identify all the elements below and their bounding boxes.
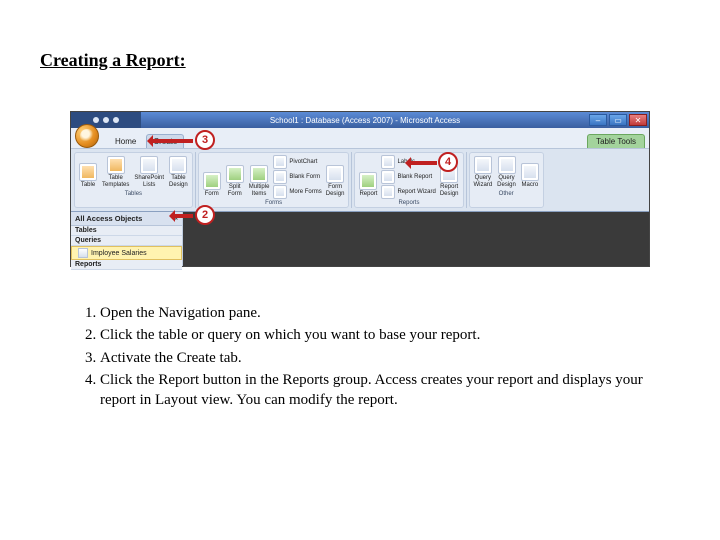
blank-form-icon — [273, 170, 287, 184]
split-form-icon — [226, 165, 244, 183]
document-area — [183, 212, 649, 266]
ribbon-tabs: Home Create Table Tools — [71, 128, 649, 148]
callout-4: 4 — [438, 152, 458, 172]
group-tables: Table Table Templates SharePoint Lists T… — [74, 152, 193, 208]
qat-icon — [103, 117, 109, 123]
blank-form-button[interactable]: Blank Form — [273, 170, 321, 184]
tab-home[interactable]: Home — [109, 135, 142, 148]
query-wizard-button[interactable]: Query Wizard — [473, 155, 494, 190]
form-button[interactable]: Form — [202, 171, 222, 199]
wizard-icon — [381, 185, 395, 199]
group-caption: Reports — [358, 200, 459, 206]
pivotchart-button[interactable]: PivotChart — [273, 155, 321, 169]
form-design-button[interactable]: Form Design — [325, 164, 346, 199]
design-icon — [498, 156, 516, 174]
form-icon — [203, 172, 221, 190]
design-icon — [169, 156, 187, 174]
table-button[interactable]: Table — [78, 162, 98, 190]
sharepoint-lists-button[interactable]: SharePoint Lists — [133, 155, 165, 190]
blank-report-button[interactable]: Blank Report — [381, 170, 435, 184]
tab-table-tools[interactable]: Table Tools — [587, 134, 645, 148]
callout-2: 2 — [195, 205, 215, 225]
macro-button[interactable]: Macro — [520, 162, 540, 190]
access-screenshot: School1 : Database (Access 2007) - Micro… — [70, 111, 650, 267]
callout-3: 3 — [195, 130, 215, 150]
design-icon — [326, 165, 344, 183]
office-button-icon[interactable] — [75, 124, 99, 148]
blank-report-icon — [381, 170, 395, 184]
step-1: Open the Navigation pane. — [100, 303, 680, 323]
page-title: Creating a Report: — [40, 50, 680, 71]
more-forms-button[interactable]: More Forms — [273, 185, 321, 199]
more-forms-icon — [273, 185, 287, 199]
maximize-button[interactable]: ▭ — [609, 114, 627, 126]
table-icon — [79, 163, 97, 181]
group-other: Query Wizard Query Design Macro Other — [469, 152, 544, 208]
minimize-button[interactable]: – — [589, 114, 607, 126]
table-design-button[interactable]: Table Design — [168, 155, 189, 190]
step-2: Click the table or query on which you wa… — [100, 325, 680, 345]
query-icon — [78, 248, 88, 258]
qat-icon — [113, 117, 119, 123]
group-caption: Tables — [78, 191, 189, 197]
step-3: Activate the Create tab. — [100, 348, 680, 368]
group-caption: Forms — [202, 200, 346, 206]
group-caption: Other — [473, 191, 540, 197]
callout-4-arrow — [407, 161, 437, 165]
nav-item-selected[interactable]: Imployee Salaries — [71, 246, 182, 260]
instruction-steps: Open the Navigation pane. Click the tabl… — [70, 303, 680, 410]
query-design-button[interactable]: Query Design — [496, 155, 517, 190]
qat-icon — [93, 117, 99, 123]
window-titlebar: School1 : Database (Access 2007) - Micro… — [71, 112, 649, 128]
macro-icon — [521, 163, 539, 181]
nav-category-reports[interactable]: Reports — [71, 260, 182, 270]
close-button[interactable]: ✕ — [629, 114, 647, 126]
step-4: Click the Report button in the Reports g… — [100, 370, 680, 411]
split-form-button[interactable]: Split Form — [225, 164, 245, 199]
group-forms: Form Split Form Multiple Items PivotChar… — [198, 152, 350, 208]
callout-2-arrow — [171, 214, 193, 218]
wizard-icon — [474, 156, 492, 174]
multiple-items-button[interactable]: Multiple Items — [248, 164, 271, 199]
template-icon — [107, 156, 125, 174]
report-icon — [359, 172, 377, 190]
multiple-items-icon — [250, 165, 268, 183]
labels-icon — [381, 155, 395, 169]
sharepoint-icon — [140, 156, 158, 174]
window-title: School1 : Database (Access 2007) - Micro… — [141, 116, 589, 125]
nav-category-tables[interactable]: Tables — [71, 226, 182, 236]
pivotchart-icon — [273, 155, 287, 169]
callout-3-arrow — [149, 139, 193, 143]
report-button[interactable]: Report — [358, 171, 378, 199]
report-wizard-button[interactable]: Report Wizard — [381, 185, 435, 199]
table-templates-button[interactable]: Table Templates — [101, 155, 130, 190]
nav-category-queries[interactable]: Queries — [71, 236, 182, 246]
